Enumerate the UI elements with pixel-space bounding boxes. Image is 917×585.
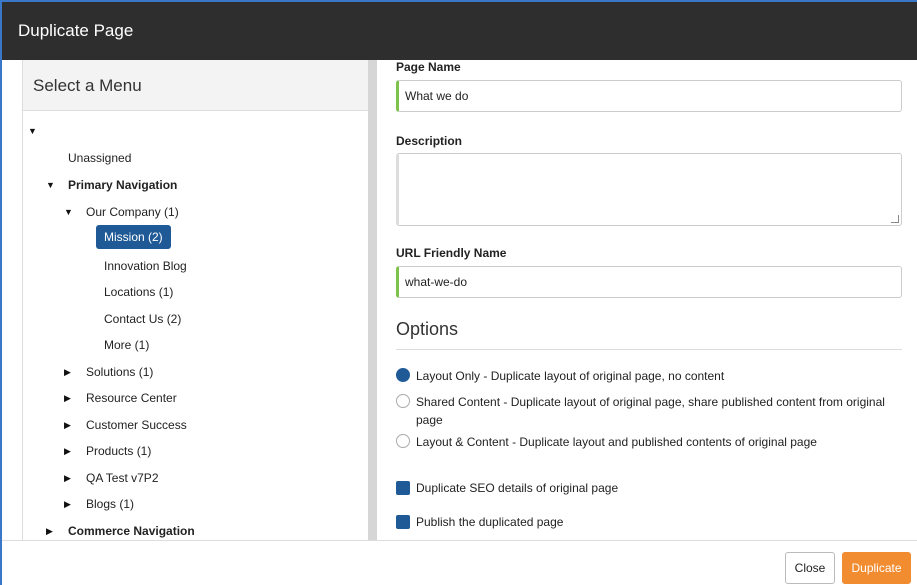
menu-scrollbar[interactable]: [368, 60, 377, 540]
tree-item-more[interactable]: More (1): [104, 336, 149, 354]
checkbox-checked-icon[interactable]: [396, 481, 410, 495]
caret-right-icon[interactable]: ▶: [64, 442, 71, 460]
tree-item-our-company[interactable]: Our Company (1): [86, 203, 179, 221]
description-label: Description: [396, 134, 463, 148]
dialog-titlebar: Duplicate Page: [2, 0, 917, 60]
dialog-title: Duplicate Page: [18, 21, 134, 40]
menu-pane: Select a Menu ▼ Unassigned ▼ Primary Nav…: [22, 60, 368, 540]
tree-item-contact-us[interactable]: Contact Us (2): [104, 310, 181, 328]
caret-right-icon[interactable]: ▶: [64, 416, 71, 434]
description-textarea[interactable]: [396, 153, 902, 226]
tree-item-mission-selected[interactable]: Mission (2): [96, 225, 171, 249]
checkbox-checked-icon[interactable]: [396, 515, 410, 529]
caret-down-icon[interactable]: ▼: [64, 203, 73, 221]
url-friendly-name-input[interactable]: [396, 266, 902, 298]
tree-item-resource-center[interactable]: Resource Center: [86, 389, 177, 407]
radio-label: Layout & Content - Duplicate layout and …: [416, 435, 817, 449]
caret-down-icon[interactable]: ▼: [28, 122, 37, 140]
menu-header: Select a Menu: [23, 60, 368, 111]
caret-right-icon[interactable]: ▶: [64, 389, 71, 407]
radio-checked-icon[interactable]: [396, 368, 410, 382]
options-divider: [396, 349, 902, 350]
tree-item-products[interactable]: Products (1): [86, 442, 151, 460]
radio-unchecked-icon[interactable]: [396, 394, 410, 408]
checkbox-label: Publish the duplicated page: [416, 515, 564, 529]
caret-right-icon[interactable]: ▶: [64, 495, 71, 513]
tree-item-unassigned[interactable]: Unassigned: [68, 149, 131, 167]
caret-right-icon[interactable]: ▶: [46, 522, 53, 540]
checkbox-label: Duplicate SEO details of original page: [416, 481, 619, 495]
radio-unchecked-icon[interactable]: [396, 434, 410, 448]
tree-item-blogs[interactable]: Blogs (1): [86, 495, 134, 513]
options-heading: Options: [396, 319, 459, 339]
page-name-label: Page Name: [396, 60, 461, 74]
dialog-footer: Close Duplicate: [2, 540, 917, 585]
tree-item-qa-test[interactable]: QA Test v7P2: [86, 469, 159, 487]
url-friendly-name-label: URL Friendly Name: [396, 246, 507, 260]
tree-item-solutions[interactable]: Solutions (1): [86, 363, 153, 381]
caret-right-icon[interactable]: ▶: [64, 363, 71, 381]
tree-item-innovation-blog[interactable]: Innovation Blog: [104, 257, 187, 275]
menu-tree: ▼ Unassigned ▼ Primary Navigation ▼ Our …: [23, 111, 368, 540]
caret-down-icon[interactable]: ▼: [46, 176, 55, 194]
caret-right-icon[interactable]: ▶: [64, 469, 71, 487]
page-name-input[interactable]: [396, 80, 902, 112]
page-form: Page Name Description URL Friendly Name …: [396, 60, 906, 540]
tree-item-locations[interactable]: Locations (1): [104, 283, 173, 301]
tree-item-customer-success[interactable]: Customer Success: [86, 416, 187, 434]
close-button[interactable]: Close: [785, 552, 835, 584]
resize-grip-icon[interactable]: [891, 215, 899, 223]
radio-label: Shared Content - Duplicate layout of ori…: [416, 395, 885, 427]
duplicate-button[interactable]: Duplicate: [842, 552, 911, 584]
tree-item-primary-navigation[interactable]: Primary Navigation: [68, 176, 177, 194]
duplicate-page-dialog: Duplicate Page Select a Menu ▼ Unassigne…: [0, 0, 917, 585]
menu-header-title: Select a Menu: [33, 76, 142, 95]
radio-label: Layout Only - Duplicate layout of origin…: [416, 369, 725, 383]
tree-item-commerce-navigation[interactable]: Commerce Navigation: [68, 522, 195, 540]
